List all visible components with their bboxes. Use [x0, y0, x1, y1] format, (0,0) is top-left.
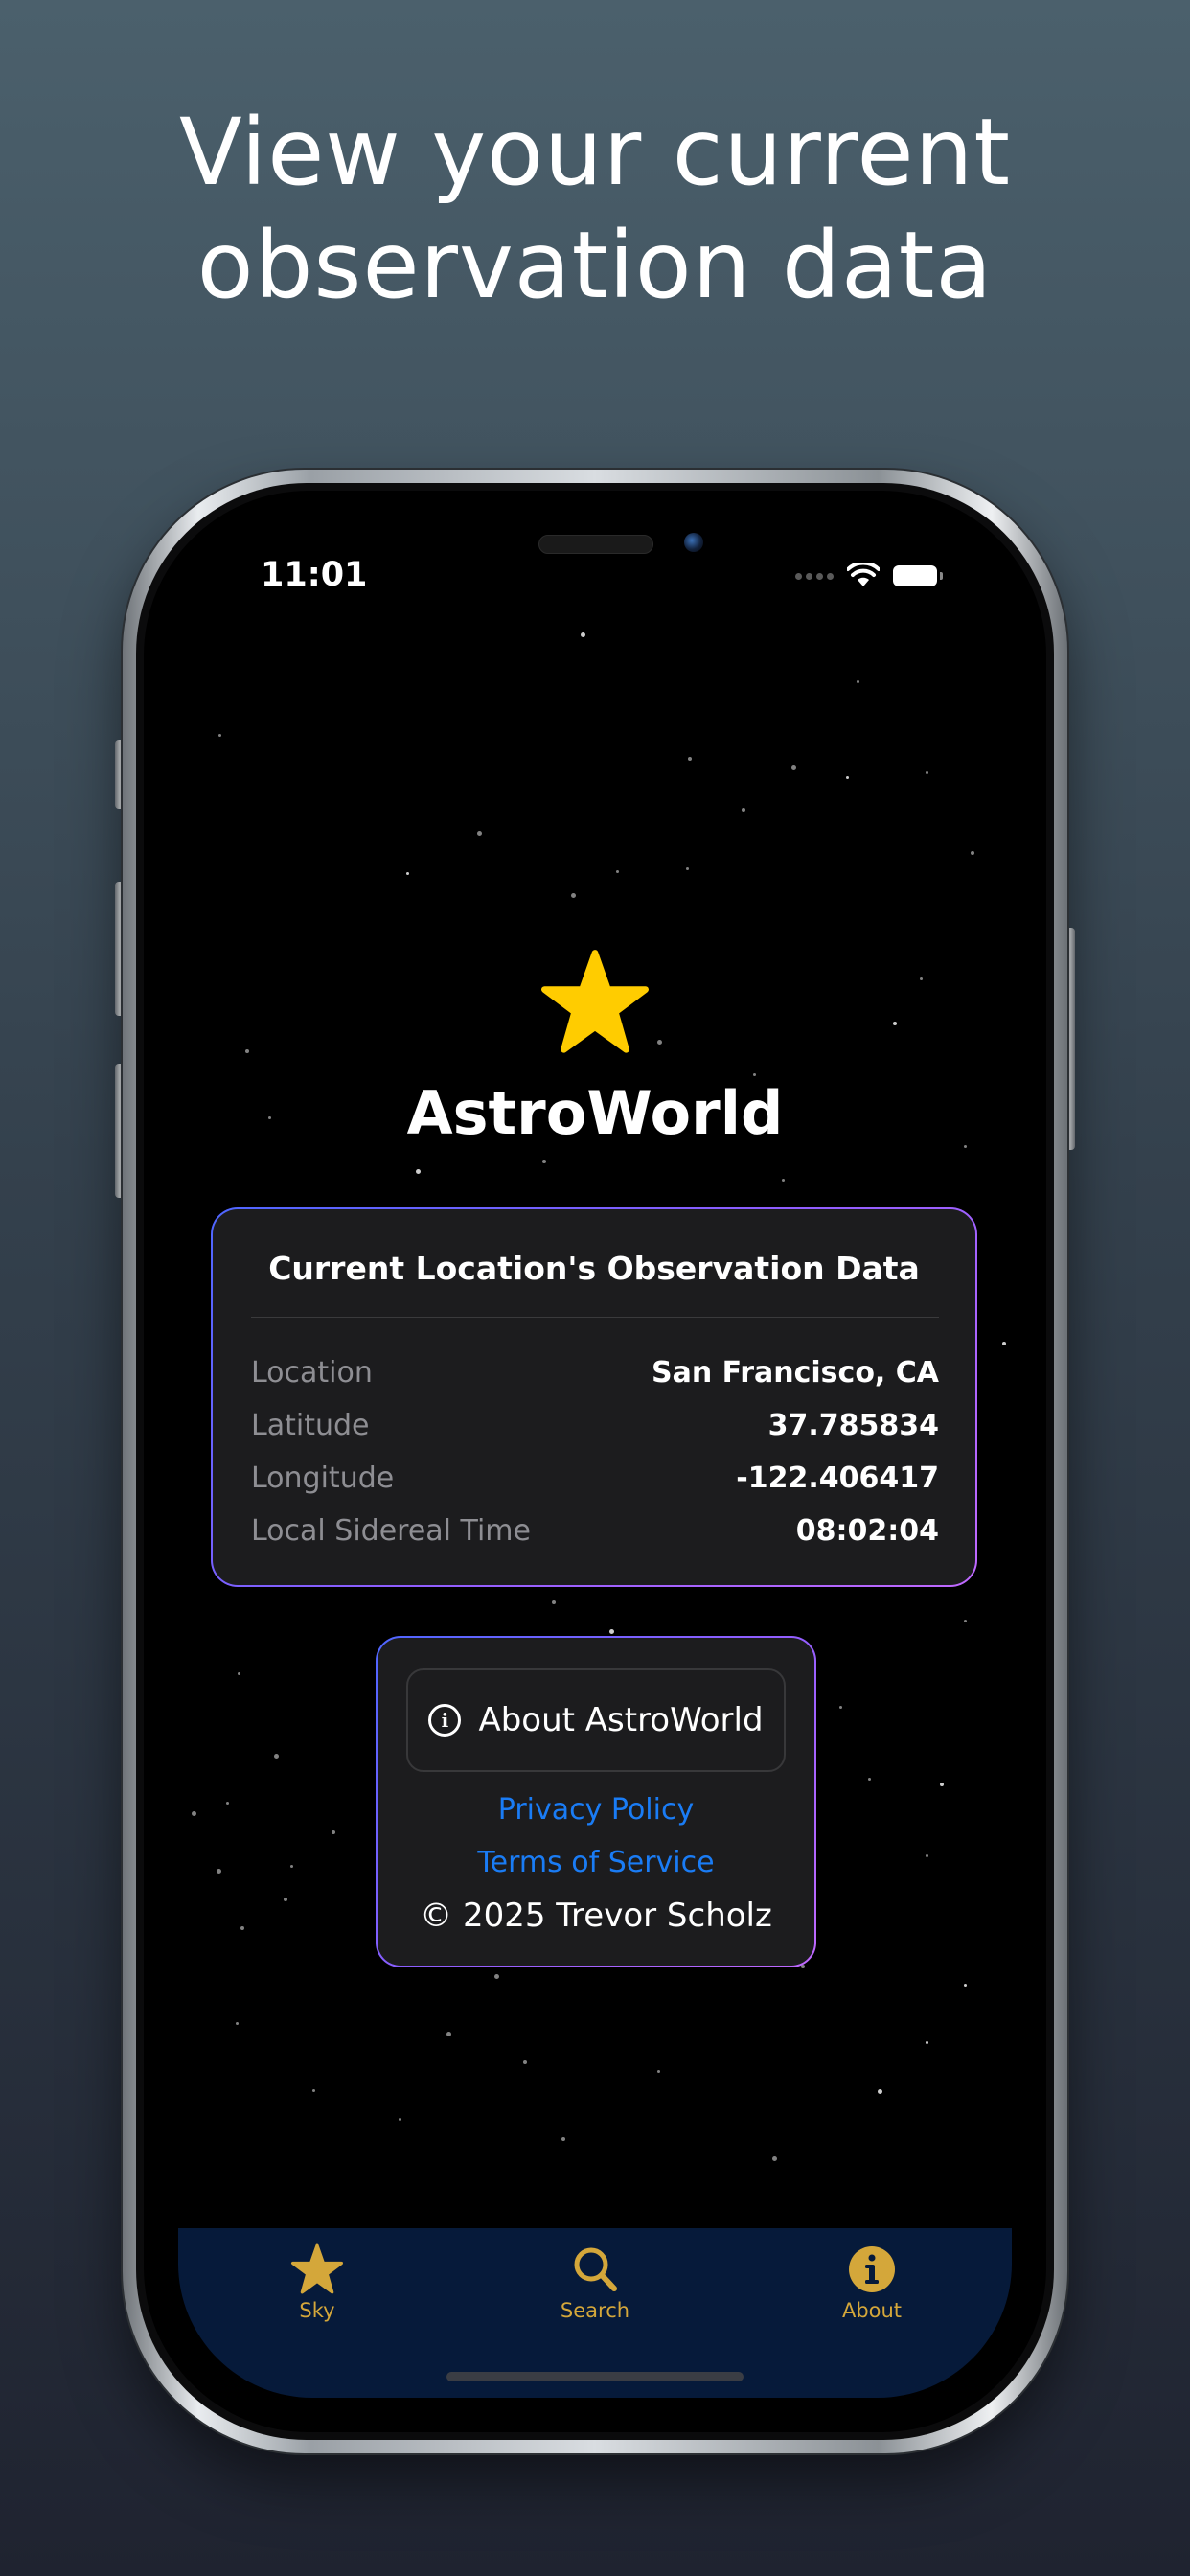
observation-row-longitude: Longitude -122.406417	[251, 1457, 939, 1499]
row-label: Local Sidereal Time	[251, 1513, 531, 1548]
background-star	[542, 1160, 546, 1163]
background-star	[926, 2041, 928, 2044]
observation-row-latitude: Latitude 37.785834	[251, 1404, 939, 1446]
background-star	[868, 1778, 871, 1781]
app-title: AstroWorld	[406, 1078, 784, 1148]
privacy-policy-link[interactable]: Privacy Policy	[378, 1793, 814, 1827]
background-star	[971, 851, 974, 855]
observation-row-location: Location San Francisco, CA	[251, 1351, 939, 1393]
row-label: Location	[251, 1355, 373, 1390]
about-links-card: i About AstroWorld Privacy Policy Terms …	[376, 1636, 816, 1967]
tab-search[interactable]: Search	[528, 2243, 662, 2322]
row-value: 08:02:04	[795, 1513, 939, 1548]
background-star	[236, 2022, 239, 2025]
background-star	[217, 1869, 221, 1874]
headline-line-1: View your current	[178, 99, 1011, 206]
background-star	[571, 893, 576, 898]
background-star	[192, 1811, 196, 1816]
background-star	[926, 771, 928, 774]
background-star	[616, 870, 619, 873]
background-star	[657, 2070, 660, 2073]
background-star	[284, 1898, 287, 1901]
background-star	[416, 1169, 421, 1174]
tab-label: Sky	[299, 2299, 335, 2322]
status-time: 11:01	[261, 556, 368, 594]
background-star	[964, 1984, 967, 1987]
row-label: Longitude	[251, 1460, 395, 1495]
background-star	[581, 632, 585, 637]
background-star	[312, 2089, 315, 2092]
background-star	[406, 872, 409, 875]
background-star	[920, 978, 923, 980]
terms-of-service-link[interactable]: Terms of Service	[378, 1846, 814, 1879]
background-star	[791, 765, 796, 770]
background-star	[688, 757, 692, 761]
app-star-icon	[541, 950, 649, 1053]
info-icon: i	[428, 1704, 462, 1736]
background-star	[274, 1754, 279, 1759]
background-star	[657, 1040, 662, 1045]
background-star	[753, 1073, 756, 1076]
background-star	[240, 1926, 244, 1930]
tab-label: Search	[560, 2299, 630, 2322]
tab-sky[interactable]: Sky	[250, 2243, 384, 2322]
observation-row-sidereal-time: Local Sidereal Time 08:02:04	[251, 1509, 939, 1552]
background-star	[477, 831, 482, 836]
about-button-label: About AstroWorld	[478, 1701, 764, 1739]
background-star	[494, 1974, 499, 1979]
background-star	[839, 1706, 842, 1709]
divider	[251, 1317, 939, 1318]
background-star	[523, 2060, 527, 2064]
background-star	[878, 2089, 882, 2094]
background-star	[742, 808, 745, 812]
background-star	[686, 867, 689, 870]
background-star	[446, 2032, 451, 2036]
earpiece-speaker	[538, 535, 653, 554]
background-star	[238, 1672, 240, 1675]
background-star	[245, 1049, 249, 1053]
background-star	[609, 1629, 614, 1634]
promo-headline: View your current observation data	[0, 96, 1190, 322]
row-label: Latitude	[251, 1408, 370, 1442]
row-value: San Francisco, CA	[651, 1355, 939, 1390]
background-star	[846, 776, 849, 779]
tab-label: About	[841, 2299, 903, 2322]
cellular-signal-icon	[795, 572, 834, 580]
star-icon	[291, 2243, 343, 2294]
phone-screen: 11:01 AstroWorld Current Location's Obse…	[178, 508, 1012, 2398]
tab-about[interactable]: About	[805, 2243, 939, 2322]
row-value: 37.785834	[767, 1408, 939, 1442]
background-star	[1002, 1342, 1006, 1346]
background-star	[218, 734, 221, 737]
copyright-text: © 2025 Trevor Scholz	[420, 1897, 772, 1935]
background-star	[857, 680, 859, 683]
front-camera	[684, 533, 703, 552]
background-star	[226, 1802, 229, 1805]
background-star	[893, 1022, 897, 1025]
row-value: -122.406417	[736, 1460, 939, 1495]
battery-icon	[893, 565, 943, 586]
background-star	[399, 2118, 401, 2121]
about-astroworld-button[interactable]: i About AstroWorld	[406, 1668, 786, 1772]
background-star	[940, 1782, 944, 1786]
magnifier-icon	[574, 2247, 617, 2291]
background-star	[290, 1865, 293, 1868]
background-star	[552, 1600, 556, 1604]
status-icons	[795, 562, 943, 590]
background-star	[782, 1179, 785, 1182]
observation-card-title: Current Location's Observation Data	[268, 1250, 920, 1287]
info-icon	[849, 2246, 895, 2292]
background-star	[964, 1620, 967, 1622]
background-star	[332, 1830, 335, 1834]
background-star	[561, 2137, 565, 2141]
observation-data-card: Current Location's Observation Data Loca…	[211, 1208, 977, 1587]
home-indicator	[446, 2372, 744, 2381]
headline-line-2: observation data	[196, 212, 994, 319]
wifi-icon	[847, 564, 880, 586]
background-star	[772, 2156, 777, 2161]
background-star	[926, 1854, 928, 1857]
